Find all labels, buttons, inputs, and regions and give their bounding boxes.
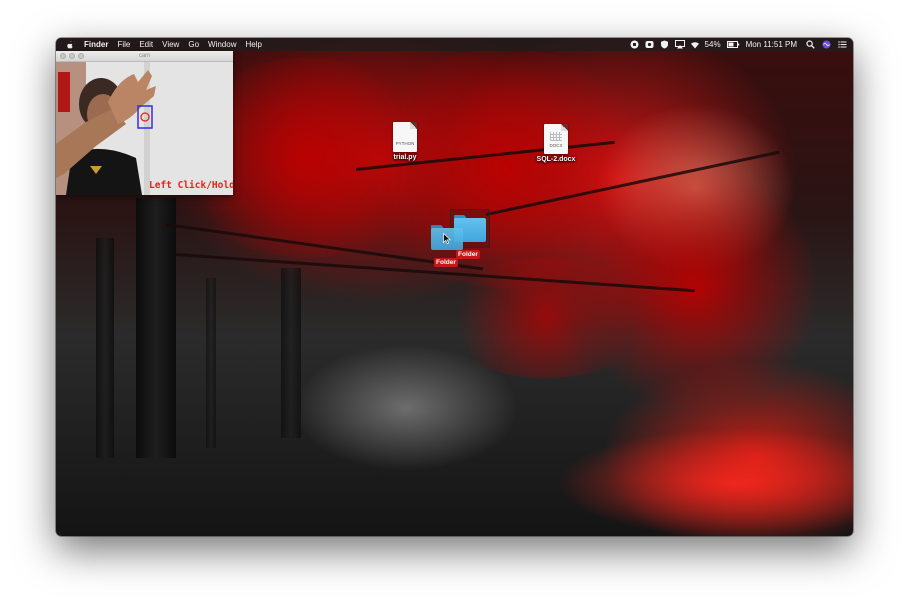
gesture-status-label: Left Click/Hold <box>149 180 233 191</box>
shield-status-icon[interactable] <box>660 40 669 49</box>
webcam-image <box>56 62 233 195</box>
file-kind-tag: PYTHON <box>395 141 415 146</box>
mouse-cursor-icon <box>443 233 451 244</box>
docx-file-icon: DOCX <box>544 124 568 154</box>
folder-name-label: Folder <box>434 258 458 267</box>
camera-status-icon[interactable] <box>645 40 654 49</box>
menu-file[interactable]: File <box>117 38 130 51</box>
record-status-icon[interactable] <box>630 40 639 49</box>
file-name-label: SQL-2.docx <box>536 156 576 163</box>
python-file-icon: PYTHON <box>393 122 417 152</box>
menu-go[interactable]: Go <box>188 38 199 51</box>
file-kind-tag: DOCX <box>549 143 563 148</box>
desktop-screen: Finder File Edit View Go Window Help 54% <box>56 38 853 536</box>
camera-window-titlebar[interactable]: cam <box>56 51 233 62</box>
apple-logo-icon[interactable] <box>65 40 75 50</box>
menu-edit[interactable]: Edit <box>139 38 153 51</box>
battery-percentage: 54% <box>704 40 721 49</box>
desktop-file-trial-py[interactable]: PYTHON trial.py <box>382 122 428 161</box>
menubar-clock[interactable]: Mon 11:51 PM <box>746 38 797 51</box>
menu-app-finder[interactable]: Finder <box>84 38 108 51</box>
notification-center-icon[interactable] <box>838 40 847 49</box>
battery-icon[interactable] <box>726 40 740 49</box>
spotlight-search-icon[interactable] <box>806 40 815 49</box>
camera-preview-window[interactable]: cam Left Click/Hold <box>56 51 233 195</box>
folder-name-label: Folder <box>456 250 480 259</box>
siri-icon[interactable] <box>822 40 831 49</box>
airplay-icon[interactable] <box>674 40 685 49</box>
wifi-icon[interactable] <box>690 40 699 49</box>
file-name-label: trial.py <box>393 154 417 161</box>
desktop-file-sql-docx[interactable]: DOCX SQL-2.docx <box>530 124 582 163</box>
menu-window[interactable]: Window <box>208 38 236 51</box>
menu-bar: Finder File Edit View Go Window Help 54% <box>56 38 853 51</box>
menu-help[interactable]: Help <box>245 38 261 51</box>
status-area: 54% Mon 11:51 PM <box>624 38 847 51</box>
camera-window-title: cam <box>138 53 151 59</box>
menu-view[interactable]: View <box>162 38 179 51</box>
webcam-feed: Left Click/Hold <box>56 62 233 195</box>
